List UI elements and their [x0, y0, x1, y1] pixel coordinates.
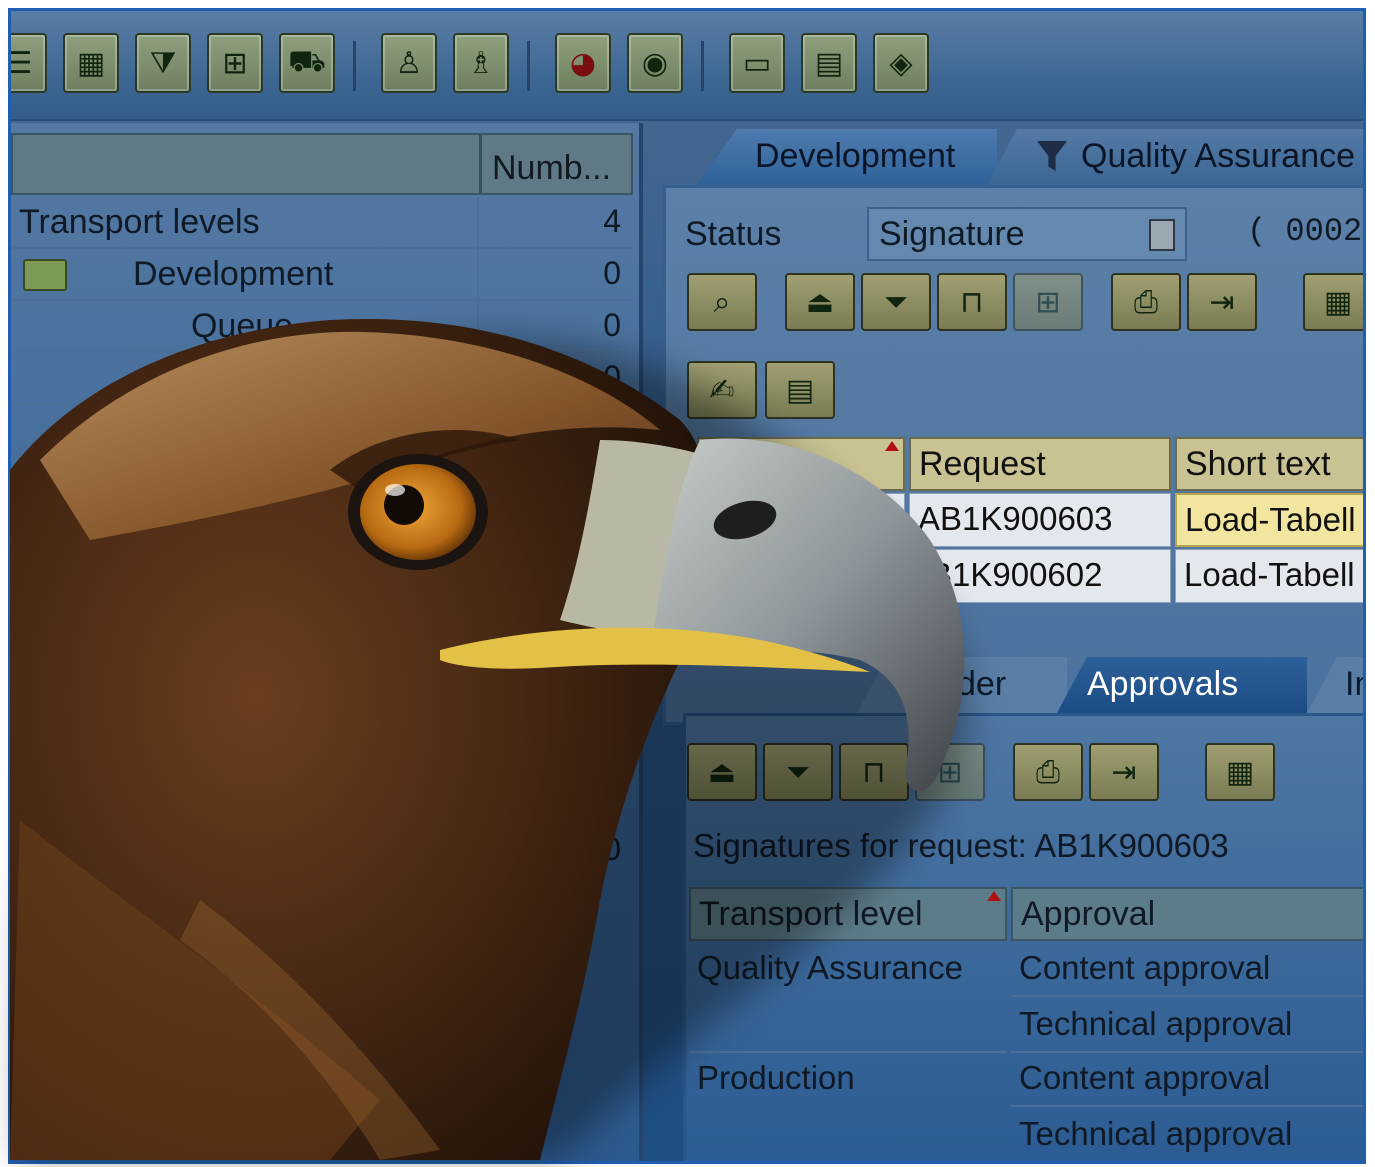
number-column-header[interactable]: Numb... — [479, 135, 627, 193]
grid-cell-level[interactable] — [689, 999, 1007, 1053]
tree-number: 4 — [603, 203, 621, 239]
grid-header-status[interactable]: tus — [697, 437, 905, 491]
grid-cell-approval[interactable]: Technical approval — [1011, 1109, 1363, 1161]
status-label: Status — [685, 215, 782, 253]
find-icon[interactable]: ⊓ — [839, 743, 909, 801]
grid-sum-icon[interactable]: ▦ — [63, 33, 119, 93]
column-divider — [477, 301, 479, 353]
tree-label: Queue — [191, 307, 294, 345]
find-next-icon[interactable]: ⊞ — [1013, 273, 1083, 331]
tree-number: 0 — [603, 831, 621, 867]
filter-icon[interactable]: ⏷ — [763, 743, 833, 801]
layout-icon[interactable]: ▦ — [1205, 743, 1275, 801]
person-chart-icon[interactable]: ♙ — [381, 33, 437, 93]
toolbar-separator — [527, 41, 530, 91]
book-icon[interactable]: ◈ — [873, 33, 929, 93]
grid-cell-level[interactable]: Production — [689, 1053, 1007, 1107]
export-icon[interactable]: ⇥ — [1187, 273, 1257, 331]
header-label: Transport level — [699, 895, 923, 933]
find-next-icon[interactable]: ⊞ — [915, 743, 985, 801]
toolbar-separator — [353, 41, 356, 91]
tree-row[interactable]: 2 — [11, 773, 633, 825]
export-icon[interactable]: ⇥ — [1089, 743, 1159, 801]
tab-quality-assurance[interactable]: Quality Assurance — [987, 129, 1363, 185]
tree-number: 2 — [603, 779, 621, 815]
document-icon[interactable]: ▤ — [765, 361, 835, 419]
sort-ascending-icon[interactable]: ⏏ — [687, 743, 757, 801]
grid-header-approval[interactable]: Approval — [1011, 887, 1363, 941]
filter-icon — [1037, 141, 1067, 171]
pie-chart-icon[interactable]: ◕ — [555, 33, 611, 93]
status-count: ( 0002 — [1247, 213, 1363, 250]
grid-cell-approval[interactable]: Content approval — [1011, 1053, 1363, 1107]
grid-cell-short-text[interactable]: Load-Tabell — [1175, 493, 1363, 547]
header-label: tus — [771, 445, 817, 483]
tree-row[interactable]: Transport levels 4 — [11, 197, 633, 249]
grid-header-short-text[interactable]: Short text — [1175, 437, 1363, 491]
details-icon[interactable]: ⌕ — [687, 273, 757, 331]
signature-icon[interactable]: ✍ — [687, 361, 757, 419]
tree-row[interactable]: Queue 0 — [11, 301, 633, 353]
grid-cell-approval[interactable]: Technical approval — [1011, 999, 1363, 1053]
main-toolbar: ☰ ▦ ⧩ ⊞ ⛟ ♙ ♗ ◕ ◉ ▭ ▤ ◈ — [11, 11, 1363, 121]
grid-cell-level[interactable] — [689, 1109, 1007, 1161]
print-icon[interactable]: ⎙ — [1111, 273, 1181, 331]
filter-icon[interactable]: ⏷ — [861, 273, 931, 331]
request-detail-panel: Development Quality Assurance Status Sig… — [657, 123, 1363, 1161]
tab-folder[interactable]: der — [857, 657, 1067, 713]
signatures-title: Signatures for request: AB1K900603 — [693, 827, 1229, 864]
toolbar-separator — [701, 41, 704, 91]
tree-label: Transport levels — [19, 203, 260, 241]
transport-tree-panel: Numb... Transport levels 4 Development 0… — [11, 123, 643, 1161]
sort-ascending-icon[interactable]: ⏏ — [785, 273, 855, 331]
grid-header-transport-level[interactable]: Transport level — [689, 887, 1007, 941]
grid-cell-level[interactable]: Quality Assurance — [689, 943, 1007, 997]
tab-development[interactable]: Development — [697, 129, 997, 185]
layout-icon[interactable]: ▦ — [1303, 273, 1363, 331]
app-window: ☰ ▦ ⧩ ⊞ ⛟ ♙ ♗ ◕ ◉ ▭ ▤ ◈ Numb... Transpor… — [8, 8, 1366, 1164]
tree-row[interactable]: Development 0 — [11, 249, 633, 301]
tree-number: 0 — [603, 359, 621, 395]
grid-cell[interactable] — [697, 549, 905, 603]
tab-label: Quality Assurance — [1081, 137, 1356, 175]
add-row-icon[interactable]: ⊞ — [207, 33, 263, 93]
dropdown-icon[interactable] — [1149, 219, 1175, 251]
grid-cell-short-text[interactable]: Load-Tabell — [1175, 549, 1363, 603]
grid-cell-request[interactable]: B1K900602 — [909, 549, 1171, 603]
calendar-grid-icon[interactable]: ▤ — [801, 33, 857, 93]
grid-header-request[interactable]: Request — [909, 437, 1171, 491]
column-divider — [477, 197, 479, 249]
grid-cell-request[interactable]: AB1K900603 — [909, 493, 1171, 547]
tab-approvals[interactable]: Approvals — [1057, 657, 1307, 713]
transport-truck-icon[interactable]: ⛟ — [279, 33, 335, 93]
sort-indicator-icon — [885, 441, 899, 451]
monitor-icon[interactable]: ▭ — [729, 33, 785, 93]
folder-icon — [23, 259, 67, 291]
print-icon[interactable]: ⎙ — [1013, 743, 1083, 801]
grid-cell-approval[interactable]: Content approval — [1011, 943, 1363, 997]
tree-header: Numb... — [11, 133, 633, 195]
list-icon[interactable]: ☰ — [11, 33, 47, 93]
column-divider — [477, 249, 479, 301]
tree-number: 0 — [603, 255, 621, 291]
person-bar-icon[interactable]: ♗ — [453, 33, 509, 93]
grid-cell[interactable] — [697, 493, 905, 547]
filter-icon[interactable]: ⧩ — [135, 33, 191, 93]
sort-indicator-icon — [987, 891, 1001, 901]
find-icon[interactable]: ⊓ — [937, 273, 1007, 331]
status-select[interactable]: Signature — [867, 207, 1187, 261]
tree-number: 0 — [603, 307, 621, 343]
tree-label: Development — [133, 255, 334, 293]
status-value: Signature — [879, 215, 1025, 253]
tree-row[interactable]: 0 — [11, 353, 633, 405]
tree-row[interactable]: 0 — [11, 825, 633, 877]
target-icon[interactable]: ◉ — [627, 33, 683, 93]
